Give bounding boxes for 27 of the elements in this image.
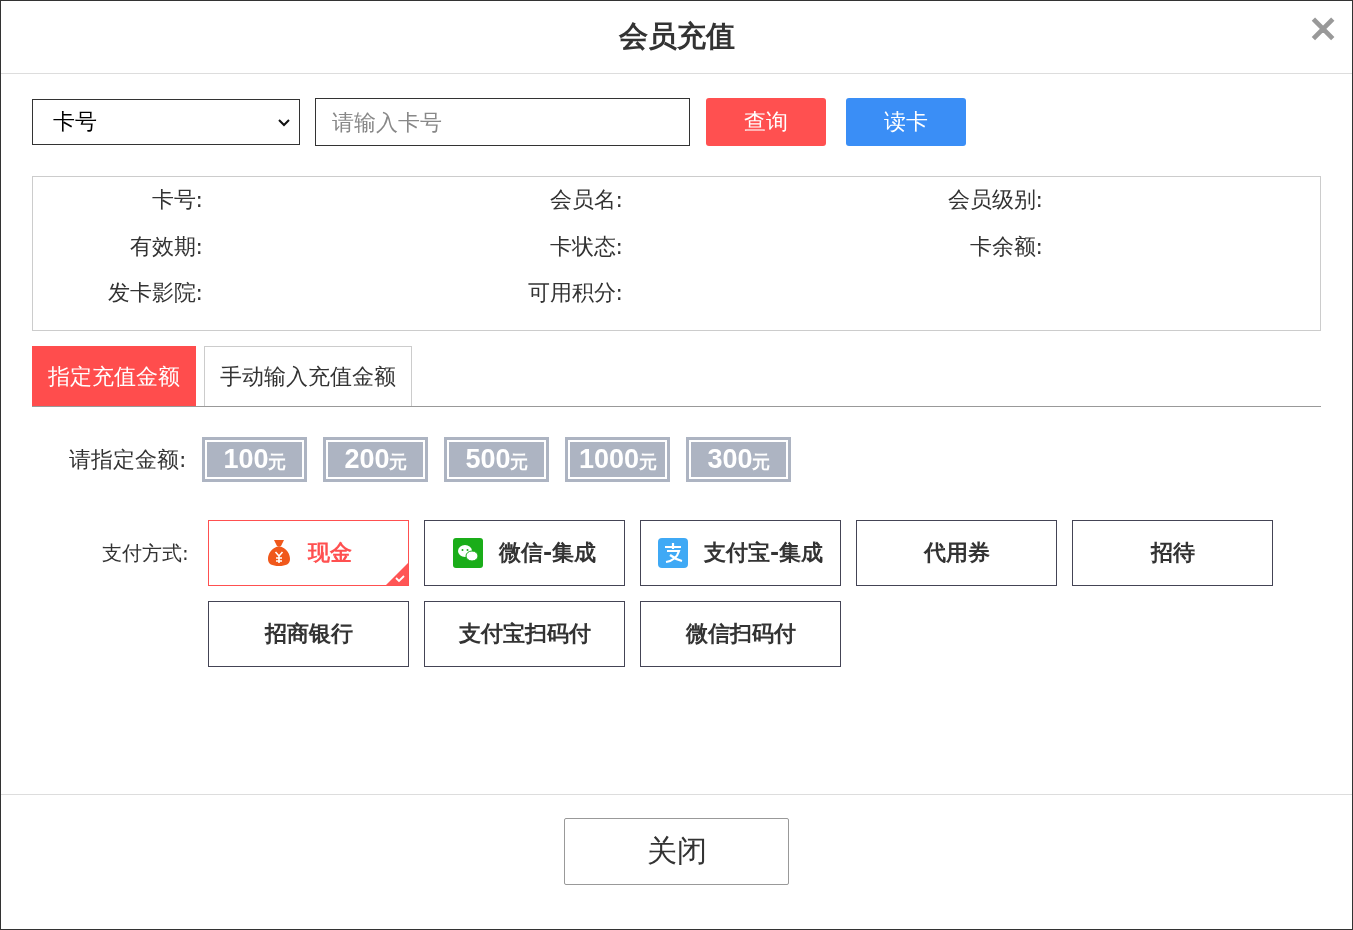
payment-label: 支付方式: xyxy=(102,540,190,567)
dialog-title: 会员充值 xyxy=(618,18,735,55)
info-label: 卡号: xyxy=(151,187,203,212)
money-bag-icon xyxy=(265,538,292,568)
info-label: 会员级别: xyxy=(947,187,1043,212)
payment-option[interactable]: 招商银行 xyxy=(208,601,409,667)
payment-option[interactable]: 微信-集成 xyxy=(424,520,625,586)
info-label: 可用积分: xyxy=(527,280,623,305)
payment-option[interactable]: 招待 xyxy=(1072,520,1273,586)
payment-option[interactable]: 微信扫码付 xyxy=(640,601,841,667)
payment-option[interactable]: 支付宝扫码付 xyxy=(424,601,625,667)
card-number-input[interactable]: 请输入卡号 xyxy=(315,98,690,146)
amount-label: 请指定金额: xyxy=(69,445,187,474)
info-label: 会员名: xyxy=(549,187,623,212)
chat-bubbles-icon xyxy=(452,538,483,568)
chevron-down-icon xyxy=(277,117,291,127)
payment-option[interactable]: 支付宝-集成 xyxy=(640,520,841,586)
info-label: 发卡影院: xyxy=(107,280,203,305)
info-label: 有效期: xyxy=(129,233,203,259)
selected-check-icon xyxy=(386,563,408,585)
payment-option[interactable]: 代用券 xyxy=(856,520,1057,586)
tab[interactable]: 手动输入充值金额 xyxy=(204,346,412,406)
payment-logo-icon xyxy=(657,538,688,568)
info-label: 卡余额: xyxy=(969,233,1043,259)
close-button[interactable]: 关闭 xyxy=(564,818,789,885)
info-label: 卡状态: xyxy=(549,233,623,259)
card-type-select[interactable]: 卡号 xyxy=(32,99,300,145)
